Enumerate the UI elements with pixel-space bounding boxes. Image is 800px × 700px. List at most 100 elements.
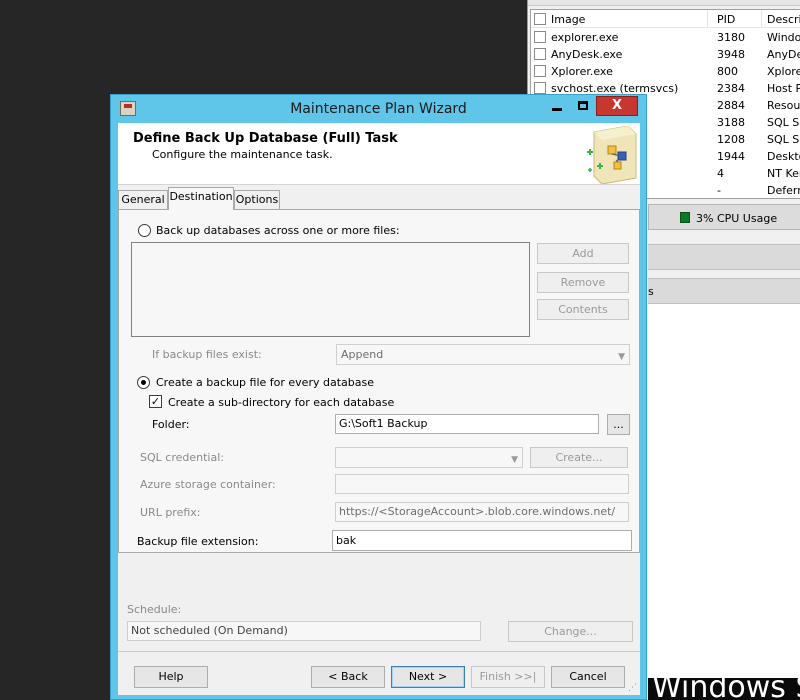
- process-pid: 4: [717, 167, 724, 180]
- page-subtitle: Configure the maintenance task.: [152, 148, 333, 161]
- backup-across-files-label[interactable]: Back up databases across one or more fil…: [156, 224, 400, 237]
- tab-options[interactable]: Options: [234, 190, 280, 209]
- process-checkbox[interactable]: [534, 48, 546, 60]
- cpu-usage-bar[interactable]: 3% CPU Usage: [648, 204, 800, 230]
- task-manager-detail-area: [648, 304, 800, 678]
- column-divider: [761, 10, 762, 27]
- chevron-down-icon: ▼: [618, 352, 625, 362]
- tab-strip: General Destination Options: [118, 186, 640, 210]
- windows-watermark: Windows S: [648, 678, 800, 700]
- minimize-button[interactable]: [544, 96, 570, 116]
- process-description: Resour: [767, 99, 800, 112]
- back-button[interactable]: < Back: [311, 666, 385, 688]
- maintenance-plan-wizard-dialog: Maintenance Plan Wizard X Define Back Up…: [110, 94, 647, 700]
- column-pid[interactable]: PID: [717, 13, 735, 26]
- chevron-down-icon: ▼: [511, 455, 518, 465]
- create-subdirectory-label[interactable]: Create a sub-directory for each database: [168, 396, 394, 409]
- tab-general[interactable]: General: [118, 190, 168, 209]
- close-button[interactable]: X: [596, 96, 638, 116]
- create-per-database-radio[interactable]: [137, 376, 150, 389]
- url-prefix-input[interactable]: https://<StorageAccount>.blob.core.windo…: [335, 502, 629, 522]
- process-description: AnyDes: [767, 48, 800, 61]
- backup-file-extension-input[interactable]: bak: [332, 530, 632, 551]
- process-pid: -: [717, 184, 721, 197]
- schedule-label: Schedule:: [127, 603, 182, 616]
- create-credential-button[interactable]: Create...: [530, 447, 628, 468]
- help-button[interactable]: Help: [134, 666, 208, 688]
- process-image: AnyDesk.exe: [551, 48, 623, 61]
- process-description: SQL Ser: [767, 116, 800, 129]
- column-divider: [707, 10, 708, 27]
- sql-credential-select[interactable]: ▼: [335, 447, 523, 468]
- next-button[interactable]: Next >: [391, 666, 465, 688]
- dialog-client-area: Define Back Up Database (Full) Task Conf…: [118, 123, 640, 695]
- process-description: Windo...: [767, 31, 800, 44]
- finish-button[interactable]: Finish >>|: [471, 666, 545, 688]
- minimize-icon: [552, 108, 562, 111]
- if-backup-files-exist-select[interactable]: Append ▼: [336, 344, 630, 365]
- column-description[interactable]: Descrip: [767, 13, 800, 26]
- process-checkbox[interactable]: [534, 65, 546, 77]
- backup-file-extension-label: Backup file extension:: [137, 535, 259, 548]
- resize-grip-icon[interactable]: ⋰: [628, 683, 638, 693]
- header-checkbox[interactable]: [534, 13, 546, 25]
- change-schedule-button[interactable]: Change...: [508, 621, 633, 642]
- process-pid: 1944: [717, 150, 745, 163]
- section-band[interactable]: [648, 244, 800, 270]
- cpu-usage-label: 3% CPU Usage: [696, 212, 778, 225]
- process-row[interactable]: AnyDesk.exe 3948 AnyDes: [531, 46, 800, 63]
- cancel-button[interactable]: Cancel: [551, 666, 625, 688]
- section-band-label: s: [648, 285, 654, 298]
- process-pid: 800: [717, 65, 738, 78]
- process-description: Xplorer: [767, 65, 800, 78]
- add-button[interactable]: Add: [537, 243, 629, 264]
- if-backup-files-exist-value: Append: [341, 348, 384, 361]
- cpu-indicator-icon: [680, 212, 690, 223]
- process-description: Deskto: [767, 150, 800, 163]
- folder-label: Folder:: [152, 418, 190, 431]
- process-row[interactable]: Xplorer.exe 800 Xplorer: [531, 63, 800, 80]
- contents-button[interactable]: Contents: [537, 299, 629, 320]
- process-pid: 3180: [717, 31, 745, 44]
- backup-files-list[interactable]: [131, 242, 530, 337]
- azure-storage-container-input[interactable]: [335, 474, 629, 494]
- process-description: NT Ker...: [767, 167, 800, 180]
- column-image[interactable]: Image: [551, 13, 585, 26]
- folder-input[interactable]: G:\Soft1 Backup: [335, 414, 599, 434]
- process-checkbox[interactable]: [534, 31, 546, 43]
- create-per-database-label[interactable]: Create a backup file for every database: [156, 376, 374, 389]
- maximize-button[interactable]: [570, 96, 596, 116]
- remove-button[interactable]: Remove: [537, 272, 629, 293]
- if-backup-files-exist-label: If backup files exist:: [152, 348, 262, 361]
- create-subdirectory-checkbox[interactable]: ✓: [149, 395, 162, 408]
- title-bar[interactable]: Maintenance Plan Wizard X: [111, 95, 646, 121]
- section-band[interactable]: s: [648, 278, 800, 304]
- process-image: Xplorer.exe: [551, 65, 613, 78]
- azure-storage-container-label: Azure storage container:: [140, 478, 276, 491]
- browse-folder-button[interactable]: ...: [607, 414, 630, 435]
- process-pid: 2884: [717, 99, 745, 112]
- process-description: SQL Ser: [767, 133, 800, 146]
- close-icon: X: [611, 98, 623, 113]
- process-pid: 3188: [717, 116, 745, 129]
- process-description: Host Pr: [767, 82, 800, 95]
- sql-credential-label: SQL credential:: [140, 451, 224, 464]
- process-list-header: Image PID Descrip: [531, 10, 800, 28]
- tab-destination[interactable]: Destination: [168, 187, 234, 210]
- process-checkbox[interactable]: [534, 82, 546, 94]
- backup-across-files-radio[interactable]: [138, 224, 151, 237]
- page-title: Define Back Up Database (Full) Task: [133, 131, 398, 146]
- task-manager-toolbar: [528, 0, 800, 6]
- process-description: Deferre: [767, 184, 800, 197]
- windows-watermark-text: Windows S: [652, 678, 800, 700]
- wizard-banner-icon: [587, 126, 637, 184]
- process-pid: 2384: [717, 82, 745, 95]
- destination-panel: Back up databases across one or more fil…: [118, 209, 640, 553]
- process-image: explorer.exe: [551, 31, 619, 44]
- wizard-header: Define Back Up Database (Full) Task Conf…: [118, 123, 640, 185]
- process-pid: 1208: [717, 133, 745, 146]
- url-prefix-label: URL prefix:: [140, 506, 201, 519]
- process-row[interactable]: explorer.exe 3180 Windo...: [531, 29, 800, 46]
- schedule-input[interactable]: Not scheduled (On Demand): [127, 621, 481, 641]
- maximize-icon: [578, 101, 588, 110]
